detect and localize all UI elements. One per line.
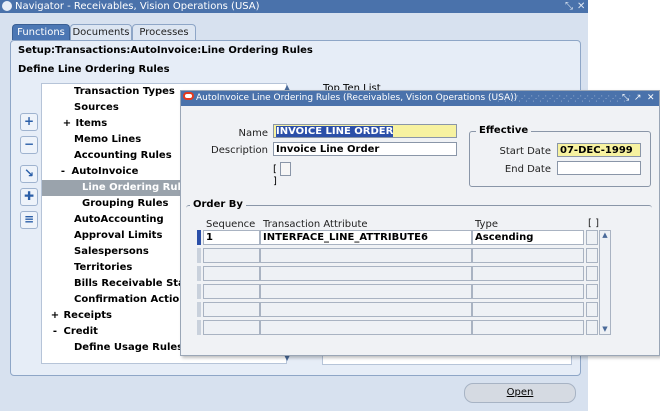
tab-processes[interactable]: Processes	[132, 24, 196, 40]
type-cell[interactable]: Ascending	[472, 230, 584, 245]
attribute-cell[interactable]	[260, 266, 472, 281]
tab-documents[interactable]: Documents	[70, 24, 132, 40]
order-by-title: Order By	[190, 199, 246, 210]
close-icon[interactable]: ✕	[647, 91, 655, 106]
expand-node-icon[interactable]: +	[62, 116, 72, 132]
breadcrumb: Setup:Transactions:AutoInvoice:Line Orde…	[18, 45, 313, 56]
effective-title: Effective	[476, 125, 532, 136]
maximize-icon[interactable]: ↗	[634, 91, 642, 106]
collapse-node-icon[interactable]: -	[58, 164, 68, 180]
attribute-cell[interactable]	[260, 320, 472, 335]
tab-functions[interactable]: Functions	[12, 24, 70, 40]
name-field[interactable]: INVOICE LINE ORDER	[273, 124, 457, 138]
navigator-app-icon	[2, 1, 12, 11]
column-header-sequence: Sequence	[206, 219, 256, 230]
expand-button[interactable]: +	[20, 113, 38, 131]
order-by-scrollbar[interactable]: ▲ ▼	[599, 230, 611, 335]
collapse-node-icon[interactable]: -	[50, 324, 60, 340]
flexfield-box[interactable]	[280, 162, 292, 176]
navigator-title-bar: Navigator - Receivables, Vision Operatio…	[0, 0, 588, 13]
navigator-title: Navigator - Receivables, Vision Operatio…	[15, 1, 260, 12]
dialog-title: AutoInvoice Line Ordering Rules (Receiva…	[196, 93, 518, 103]
start-date-field[interactable]: 07-DEC-1999	[557, 143, 641, 157]
expand-branch-button[interactable]: ↘	[20, 165, 38, 183]
row-indicator[interactable]	[197, 284, 201, 299]
name-label: Name	[238, 128, 268, 139]
type-cell[interactable]	[472, 284, 584, 299]
start-date-label: Start Date	[499, 146, 551, 157]
attribute-cell[interactable]	[260, 248, 472, 263]
expand-all-button[interactable]: ✚	[20, 188, 38, 206]
expand-branch-icon: ↘	[23, 166, 35, 180]
sequence-cell[interactable]	[203, 284, 260, 299]
attribute-cell[interactable]	[260, 284, 472, 299]
scroll-down-icon[interactable]: ▼	[600, 325, 610, 334]
description-label: Description	[211, 145, 268, 156]
row-indicator[interactable]	[197, 248, 201, 263]
sequence-cell[interactable]	[203, 248, 260, 263]
row-indicator[interactable]	[197, 302, 201, 317]
row-flexfield-cell[interactable]	[586, 284, 598, 299]
page-title: Define Line Ordering Rules	[18, 64, 170, 75]
type-cell[interactable]	[472, 248, 584, 263]
sequence-cell[interactable]: 1	[203, 230, 260, 245]
title-bar-pattern: ⋰⋰⋰⋰⋰⋰⋰⋰⋰⋰⋰⋰⋰⋰⋰⋰⋰⋰⋰	[497, 94, 631, 103]
open-button[interactable]: Open	[464, 383, 576, 403]
row-indicator[interactable]	[197, 266, 201, 281]
row-flexfield-cell[interactable]	[586, 248, 598, 263]
row-indicator[interactable]	[197, 320, 201, 335]
column-header-attribute: Transaction Attribute	[263, 219, 368, 230]
expand-node-icon[interactable]: +	[50, 308, 60, 324]
column-flexfield-bracket[interactable]: [ ]	[588, 218, 599, 229]
attribute-cell[interactable]: INTERFACE_LINE_ATTRIBUTE6	[260, 230, 472, 245]
collapse-all-button[interactable]: ≡	[20, 211, 38, 229]
expand-all-icon: ✚	[23, 189, 35, 203]
sequence-cell[interactable]	[203, 266, 260, 281]
oracle-icon	[183, 92, 194, 100]
sequence-cell[interactable]	[203, 302, 260, 317]
type-cell[interactable]	[472, 266, 584, 281]
type-cell[interactable]	[472, 302, 584, 317]
dialog-title-bar: AutoInvoice Line Ordering Rules (Receiva…	[181, 91, 659, 106]
resize-icon[interactable]: ⤡	[622, 91, 629, 106]
resize-icon[interactable]: ⤡	[565, 0, 573, 13]
scroll-up-icon[interactable]: ▲	[600, 231, 610, 240]
row-indicator[interactable]	[197, 230, 201, 245]
effective-group	[469, 131, 651, 187]
sequence-cell[interactable]	[203, 320, 260, 335]
collapse-icon: −	[23, 137, 35, 151]
row-flexfield-cell[interactable]	[586, 230, 598, 245]
column-header-type: Type	[475, 219, 498, 230]
expand-icon: +	[23, 114, 35, 128]
end-date-label: End Date	[504, 164, 551, 175]
description-field[interactable]: Invoice Line Order	[273, 142, 457, 156]
descriptive-flexfield[interactable]: [ ]	[273, 162, 293, 187]
row-flexfield-cell[interactable]	[586, 320, 598, 335]
row-flexfield-cell[interactable]	[586, 302, 598, 317]
end-date-field[interactable]	[557, 161, 641, 175]
type-cell[interactable]	[472, 320, 584, 335]
collapse-all-icon: ≡	[23, 212, 35, 226]
collapse-button[interactable]: −	[20, 136, 38, 154]
close-icon[interactable]: ✕	[577, 0, 585, 13]
row-flexfield-cell[interactable]	[586, 266, 598, 281]
attribute-cell[interactable]	[260, 302, 472, 317]
